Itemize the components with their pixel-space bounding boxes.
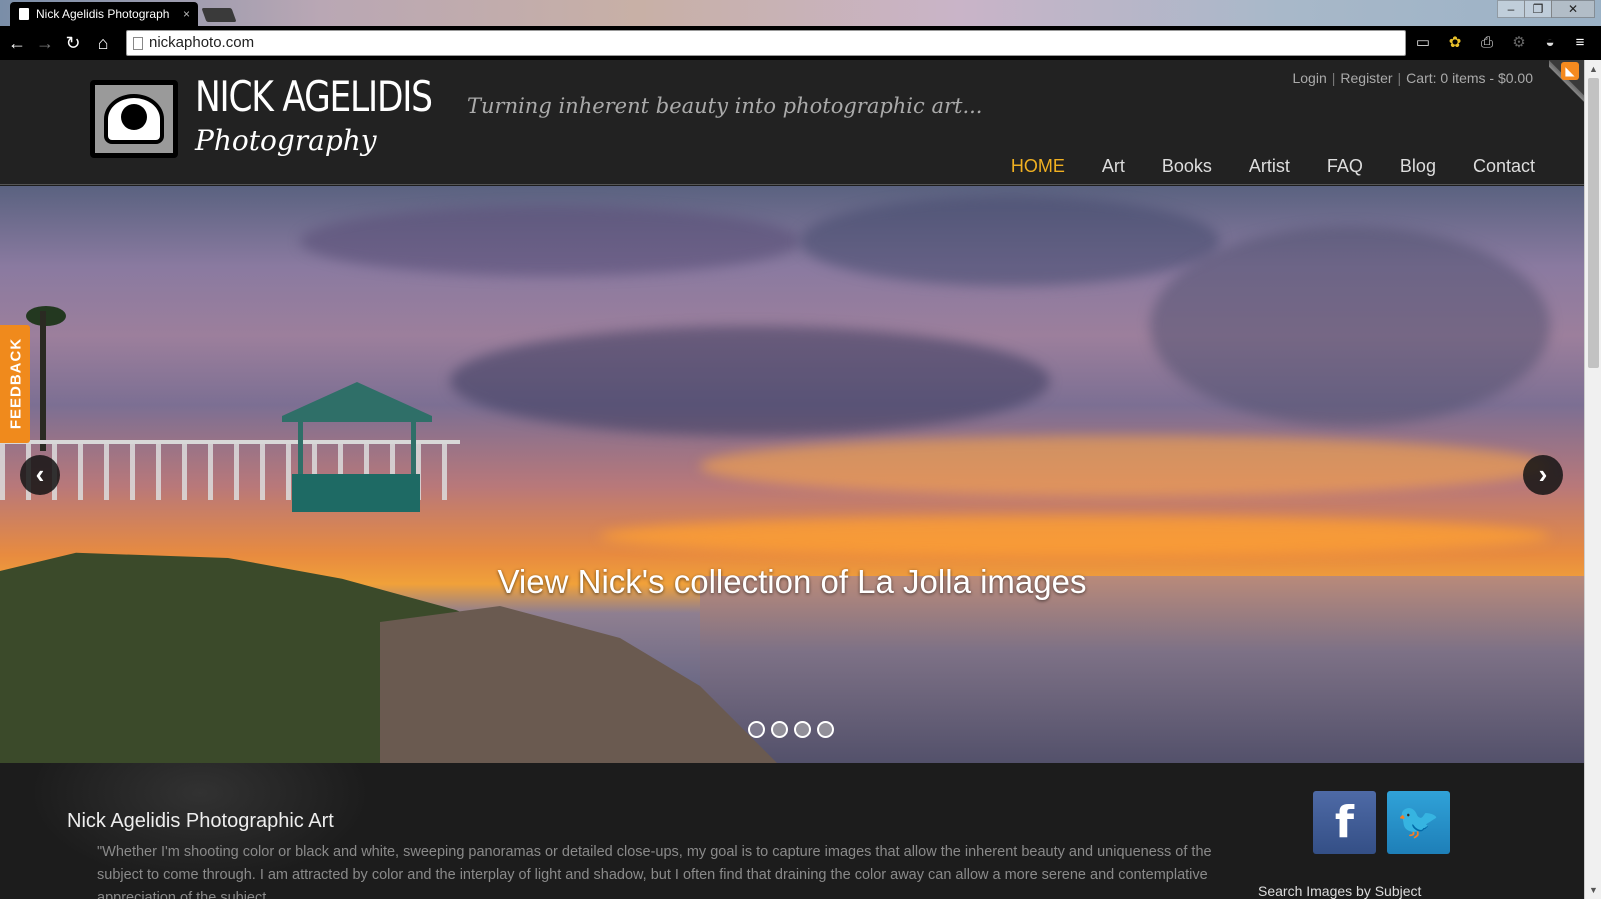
facebook-icon[interactable]: f (1313, 791, 1376, 854)
address-text: nickaphoto.com (149, 34, 255, 51)
slide-dot-1[interactable] (748, 721, 765, 738)
scroll-down-icon[interactable]: ▼ (1585, 883, 1601, 897)
page-scrollbar[interactable]: ▲ ▼ (1584, 60, 1601, 899)
register-link[interactable]: Register (1340, 70, 1392, 86)
nav-blog[interactable]: Blog (1400, 156, 1436, 177)
rss-icon[interactable]: ◣ (1561, 62, 1579, 80)
nav-artist[interactable]: Artist (1249, 156, 1290, 177)
feedback-label: FEEDBACK (7, 337, 25, 430)
nav-faq[interactable]: FAQ (1327, 156, 1363, 177)
minimize-button[interactable]: – (1497, 0, 1525, 18)
restore-button[interactable]: ❐ (1524, 0, 1552, 18)
cloud (700, 436, 1550, 496)
extension-icon[interactable]: ✿ (1445, 33, 1465, 53)
site-tagline: Turning inherent beauty into photographi… (467, 94, 983, 118)
hero-caption[interactable]: View Nick's collection of La Jolla image… (0, 563, 1584, 601)
search-subject-label: Search Images by Subject (1258, 883, 1422, 899)
address-bar[interactable]: nickaphoto.com (126, 30, 1406, 56)
feedback-tab[interactable]: FEEDBACK (0, 325, 30, 443)
prev-slide-button[interactable]: ‹ (20, 455, 60, 495)
slide-indicators (748, 721, 834, 738)
cloud (600, 516, 1550, 556)
gear-icon[interactable]: ⚙ (1509, 33, 1529, 53)
browser-tab[interactable]: Nick Agelidis Photograph × (10, 2, 198, 26)
tab-close-icon[interactable]: × (183, 2, 190, 26)
scroll-up-icon[interactable]: ▲ (1585, 62, 1601, 76)
slide-dot-2[interactable] (771, 721, 788, 738)
site-logo[interactable] (90, 80, 178, 158)
browser-toolbar: ← → ↻ ⌂ nickaphoto.com ▭ ✿ ⎙ ⚙ ◒ ≡ (0, 26, 1601, 60)
separator: | (1397, 70, 1402, 86)
brand-subtitle[interactable]: Photography (195, 124, 377, 157)
reload-icon[interactable]: ↻ (62, 32, 84, 54)
intro-text: "Whether I'm shooting color or black and… (97, 844, 1212, 899)
next-slide-button[interactable]: › (1523, 455, 1563, 495)
back-icon[interactable]: ← (6, 32, 28, 54)
separator: | (1331, 70, 1336, 86)
lifeguard-hut-base (292, 474, 420, 512)
main-nav: HOME Art Books Artist FAQ Blog Contact (974, 156, 1535, 177)
nav-art[interactable]: Art (1102, 156, 1125, 177)
slide-dot-4[interactable] (817, 721, 834, 738)
nav-books[interactable]: Books (1162, 156, 1212, 177)
intro-section: Nick Agelidis Photographic Art "Whether … (0, 763, 1584, 899)
cloud (450, 326, 1050, 436)
cart-link[interactable]: Cart: 0 items - $0.00 (1406, 70, 1533, 86)
lifeguard-hut-roof (282, 382, 432, 422)
scroll-thumb[interactable] (1588, 78, 1599, 368)
logo-lens (121, 104, 147, 130)
menu-icon[interactable]: ≡ (1570, 33, 1590, 53)
forward-icon[interactable]: → (34, 32, 56, 54)
palm-tree (26, 306, 66, 326)
cloud (300, 206, 800, 276)
page-icon (133, 37, 143, 50)
close-window-button[interactable]: ✕ (1551, 0, 1595, 18)
slide-dot-3[interactable] (794, 721, 811, 738)
cloud (800, 196, 1220, 286)
browser-titlebar: Nick Agelidis Photograph × – ❐ ✕ (0, 0, 1601, 26)
user-links: Login | Register | Cart: 0 items - $0.00 (1292, 70, 1533, 86)
lifeguard-hut (298, 422, 416, 474)
hero-slide-image[interactable] (0, 186, 1584, 763)
screenshot-extension-icon[interactable]: ▭ (1413, 33, 1433, 53)
login-link[interactable]: Login (1292, 70, 1326, 86)
window-controls: – ❐ ✕ (1497, 0, 1595, 18)
nav-home[interactable]: HOME (1011, 156, 1065, 177)
nav-contact[interactable]: Contact (1473, 156, 1535, 177)
home-icon[interactable]: ⌂ (92, 32, 114, 54)
page-favicon-icon (19, 8, 29, 20)
twitter-icon[interactable]: 🐦 (1387, 791, 1450, 854)
cloud (1150, 226, 1550, 426)
brand-name[interactable]: NICK AGELIDIS (195, 72, 433, 121)
tab-title: Nick Agelidis Photograph (36, 7, 170, 21)
shield-extension-icon[interactable]: ◒ (1540, 33, 1560, 53)
printer-extension-icon[interactable]: ⎙ (1477, 33, 1497, 53)
intro-title: Nick Agelidis Photographic Art (67, 810, 334, 832)
palm-trunk (40, 311, 46, 451)
new-tab-button[interactable] (201, 8, 237, 22)
